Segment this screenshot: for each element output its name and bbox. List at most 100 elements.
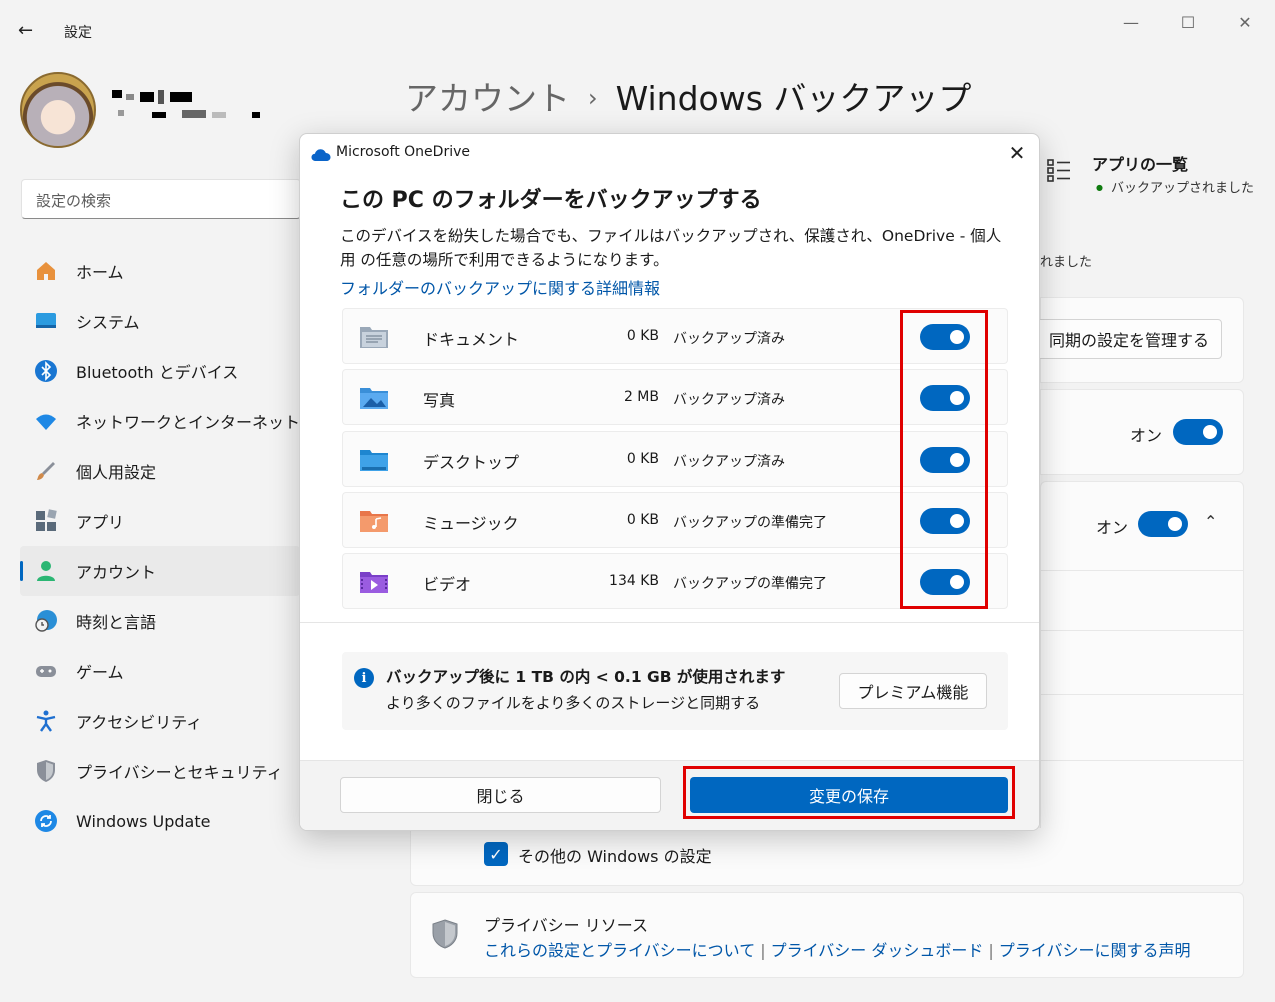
toggle-highlight-box bbox=[900, 310, 988, 609]
dialog-app-title: Microsoft OneDrive bbox=[336, 144, 470, 160]
sidebar-item-label: 個人用設定 bbox=[76, 463, 157, 482]
sidebar-item-label: 時刻と言語 bbox=[76, 613, 157, 632]
back-button[interactable]: ← bbox=[18, 20, 44, 44]
apps-list-status: バックアップされました bbox=[1096, 177, 1254, 196]
folder-name: デスクトップ bbox=[423, 453, 520, 472]
divider bbox=[300, 622, 1039, 623]
sidebar-item-accessibility[interactable]: アクセシビリティ bbox=[20, 696, 300, 746]
folder-size: 2 MB bbox=[623, 389, 659, 405]
sidebar-item-shield[interactable]: プライバシーとセキュリティ bbox=[20, 746, 300, 796]
app-title: 設定 bbox=[64, 25, 92, 41]
music-folder-icon bbox=[359, 508, 389, 534]
sidebar-item-brush[interactable]: 個人用設定 bbox=[20, 446, 300, 496]
breadcrumb: アカウント › Windows バックアップ bbox=[405, 72, 971, 120]
folder-size: 134 KB bbox=[609, 573, 659, 589]
sidebar-nav: ホームシステム Bluetooth とデバイスネットワークとインターネット 個人用設… bbox=[20, 246, 300, 846]
folder-status: バックアップ済み bbox=[673, 331, 785, 347]
folder-status: バックアップの準備完了 bbox=[673, 576, 827, 592]
setting-toggle-1[interactable] bbox=[1173, 419, 1223, 445]
sidebar-item-apps[interactable]: アプリ bbox=[20, 496, 300, 546]
setting-toggle-2[interactable] bbox=[1138, 511, 1188, 537]
title-bar: ← 設定 — ☐ ✕ bbox=[0, 0, 1275, 60]
manage-sync-button[interactable]: 同期の設定を管理する bbox=[1036, 319, 1222, 359]
desktop-folder-icon bbox=[359, 447, 389, 473]
avatar bbox=[20, 72, 96, 148]
apps-list-title: アプリの一覧 bbox=[1092, 155, 1189, 174]
sidebar-item-account[interactable]: アカウント bbox=[20, 546, 300, 596]
sidebar-item-update[interactable]: Windows Update bbox=[20, 796, 300, 846]
sub-row-4 bbox=[1040, 761, 1244, 829]
apps-icon bbox=[34, 509, 58, 533]
backup-status-partial: れました bbox=[1040, 255, 1093, 270]
sidebar-item-home[interactable]: ホーム bbox=[20, 246, 300, 296]
privacy-link-dashboard[interactable]: プライバシー ダッシュボード bbox=[771, 941, 984, 960]
shield-icon bbox=[34, 759, 58, 783]
storage-usage-subtitle: より多くのファイルをより多くのストレージと同期する bbox=[386, 694, 761, 712]
bluetooth-icon bbox=[34, 359, 58, 383]
other-settings-checkbox[interactable]: ✓ bbox=[484, 842, 508, 866]
onedrive-cloud-icon bbox=[311, 146, 331, 161]
sidebar-item-label: ネットワークとインターネット bbox=[76, 413, 301, 432]
info-icon: i bbox=[354, 668, 374, 688]
page-title: Windows バックアップ bbox=[615, 79, 972, 118]
toggle-1-label: オン bbox=[1130, 426, 1163, 445]
folder-name: ミュージック bbox=[423, 514, 519, 533]
sidebar-item-globe-clock[interactable]: 時刻と言語 bbox=[20, 596, 300, 646]
folder-status: バックアップ済み bbox=[673, 454, 785, 470]
toggle-2-label: オン bbox=[1096, 518, 1129, 537]
sidebar-item-label: Windows Update bbox=[76, 811, 211, 831]
settings-search-input[interactable]: 設定の検索 bbox=[21, 179, 301, 219]
privacy-links: これらの設定とプライバシーについて | プライバシー ダッシュボード | プライバシーに… bbox=[484, 937, 1190, 961]
sidebar-item-label: アカウント bbox=[76, 563, 157, 582]
sidebar-item-label: ゲーム bbox=[76, 663, 124, 682]
search-placeholder: 設定の検索 bbox=[36, 192, 112, 210]
folder-status: バックアップの準備完了 bbox=[673, 515, 827, 531]
accessibility-icon bbox=[34, 709, 58, 733]
sub-row-1 bbox=[1040, 571, 1244, 631]
wifi-icon bbox=[34, 409, 58, 433]
sidebar-item-label: プライバシーとセキュリティ bbox=[76, 763, 283, 782]
dialog-description: このデバイスを紛失した場合でも、ファイルはバックアップされ、保護され、OneDr… bbox=[340, 227, 1002, 269]
link-separator: | bbox=[760, 941, 766, 960]
onedrive-dialog: Microsoft OneDrive ✕ この PC のフォルダーをバックアップ… bbox=[299, 133, 1040, 831]
sidebar-item-bluetooth[interactable]: Bluetooth とデバイス bbox=[20, 346, 300, 396]
minimize-button[interactable]: — bbox=[1108, 8, 1154, 36]
sidebar-item-label: システム bbox=[76, 313, 140, 332]
folder-size: 0 KB bbox=[626, 512, 659, 528]
brush-icon bbox=[34, 459, 58, 483]
dialog-close-button[interactable]: 閉じる bbox=[340, 777, 661, 813]
maximize-button[interactable]: ☐ bbox=[1165, 8, 1211, 36]
storage-usage-title: バックアップ後に 1 TB の内 < 0.1 GB が使用されます bbox=[386, 668, 786, 686]
folder-name: 写真 bbox=[423, 391, 456, 410]
sidebar-item-label: Bluetooth とデバイス bbox=[76, 363, 239, 382]
sidebar-item-label: ホーム bbox=[76, 263, 124, 282]
link-separator: | bbox=[988, 941, 994, 960]
folder-size: 0 KB bbox=[626, 328, 659, 344]
system-icon bbox=[34, 309, 58, 333]
account-icon bbox=[34, 559, 58, 583]
videos-folder-icon bbox=[359, 569, 389, 595]
pictures-folder-icon bbox=[359, 385, 389, 411]
learn-more-link[interactable]: フォルダーのバックアップに関する詳細情報 bbox=[340, 275, 660, 299]
close-window-button[interactable]: ✕ bbox=[1222, 8, 1268, 36]
save-highlight-box bbox=[683, 766, 1015, 819]
gamepad-icon bbox=[34, 659, 58, 683]
username-redacted bbox=[112, 90, 262, 124]
premium-features-button[interactable]: プレミアム機能 bbox=[839, 673, 987, 709]
privacy-link-settings[interactable]: これらの設定とプライバシーについて bbox=[484, 941, 755, 960]
breadcrumb-separator: › bbox=[588, 84, 598, 112]
chevron-up-icon[interactable]: ⌃ bbox=[1204, 512, 1217, 531]
sidebar-item-gamepad[interactable]: ゲーム bbox=[20, 646, 300, 696]
sidebar-item-system[interactable]: システム bbox=[20, 296, 300, 346]
privacy-title: プライバシー リソース bbox=[484, 916, 648, 935]
privacy-link-statement[interactable]: プライバシーに関する声明 bbox=[999, 941, 1191, 960]
sidebar-item-label: アプリ bbox=[76, 513, 125, 532]
sub-row-2 bbox=[1040, 631, 1244, 695]
sidebar-item-wifi[interactable]: ネットワークとインターネット bbox=[20, 396, 300, 446]
breadcrumb-parent[interactable]: アカウント bbox=[405, 79, 570, 118]
dialog-close-icon[interactable]: ✕ bbox=[1000, 138, 1034, 168]
sidebar-item-label: アクセシビリティ bbox=[76, 713, 203, 732]
list-icon bbox=[1047, 158, 1071, 184]
home-icon bbox=[34, 259, 58, 283]
other-settings-label: その他の Windows の設定 bbox=[518, 847, 712, 866]
